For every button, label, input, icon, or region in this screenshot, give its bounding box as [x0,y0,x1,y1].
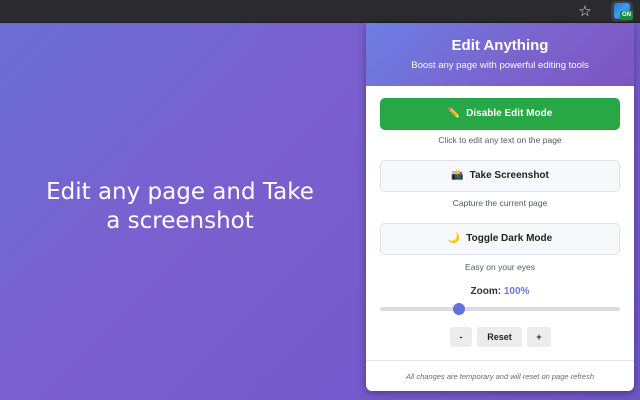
take-screenshot-button[interactable]: 📸 Take Screenshot [380,160,620,192]
toggle-dark-mode-label: Toggle Dark Mode [466,233,553,244]
footer-divider [366,360,634,361]
edit-mode-hint: Click to edit any text on the page [438,135,562,145]
promo-headline: Edit any page and Take a screenshot [10,178,350,236]
zoom-value: 100% [503,286,530,297]
disable-edit-mode-label: Disable Edit Mode [466,108,553,119]
zoom-label: Zoom: 100% [366,286,634,297]
extension-on-badge: ON [620,11,633,20]
take-screenshot-label: Take Screenshot [469,170,549,181]
browser-toolbar: ☆ ON [0,0,640,23]
extension-popup: Edit Anything Boost any page with powerf… [366,23,634,391]
zoom-in-button[interactable]: + [527,327,551,347]
toggle-dark-mode-button[interactable]: 🌙 Toggle Dark Mode [380,223,620,255]
popup-subtitle: Boost any page with powerful editing too… [411,60,589,71]
zoom-slider-thumb[interactable] [453,303,466,315]
camera-icon: 📸 [451,170,464,181]
popup-body: ✏️ Disable Edit Mode Click to edit any te… [366,86,634,391]
zoom-label-text: Zoom: [470,286,502,297]
zoom-slider[interactable] [380,303,620,315]
popup-title: Edit Anything [451,37,549,54]
promo-headline-line1: Edit any page and Take [46,179,314,205]
popup-header: Edit Anything Boost any page with powerf… [366,23,634,86]
star-icon[interactable]: ☆ [576,2,594,20]
popup-footer-note: All changes are temporary and will reset… [405,372,595,381]
disable-edit-mode-button[interactable]: ✏️ Disable Edit Mode [380,98,620,130]
pencil-icon: ✏️ [447,108,461,119]
zoom-reset-button[interactable]: Reset [477,327,522,347]
extension-button[interactable]: ON [611,1,633,22]
moon-icon: 🌙 [447,233,461,244]
screenshot-hint: Capture the current page [452,198,548,208]
promo-headline-line2: a screenshot [106,208,254,234]
zoom-out-button[interactable]: - [450,327,472,347]
dark-mode-hint: Easy on your eyes [465,262,535,272]
